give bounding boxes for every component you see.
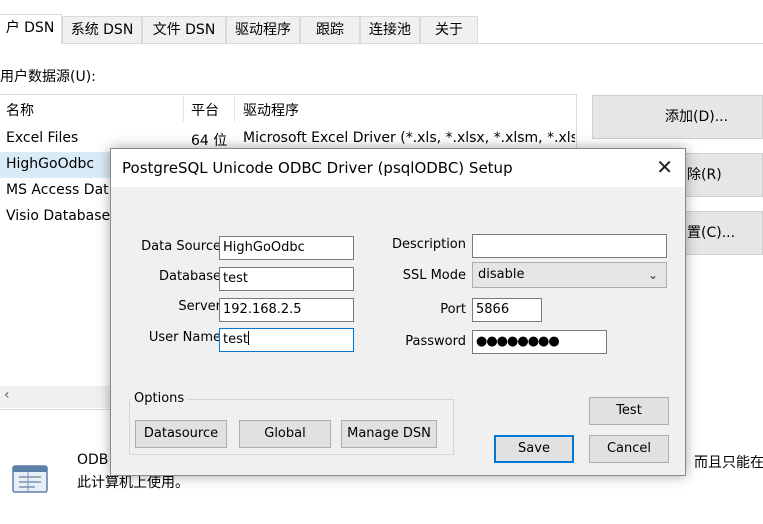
list-item[interactable]: Excel Files — [6, 130, 78, 146]
column-header-name[interactable]: 名称 — [6, 100, 34, 120]
odbc-info-icon — [12, 465, 48, 493]
tab-label: 驱动程序 — [235, 22, 291, 38]
tab-system-dsn[interactable]: 系统 DSN — [62, 16, 142, 43]
chevron-down-icon: ⌄ — [647, 268, 658, 282]
list-item[interactable]: HighGoOdbc — [6, 156, 94, 172]
dialog-titlebar[interactable]: PostgreSQL Unicode ODBC Driver (psqlODBC… — [111, 149, 685, 187]
user-name-label: User Name — [148, 330, 221, 345]
tab-label: 跟踪 — [316, 22, 344, 38]
list-item-driver: Microsoft Excel Driver (*.xls, *.xlsx, *… — [243, 130, 575, 146]
port-label: Port — [440, 302, 466, 317]
add-button[interactable]: 添加(D)... — [592, 95, 763, 139]
psqlodbc-setup-dialog: PostgreSQL Unicode ODBC Driver (psqlODBC… — [110, 148, 686, 476]
test-button[interactable]: Test — [589, 397, 669, 425]
tab-user-dsn[interactable]: 户 DSN — [0, 14, 62, 44]
bottom-description-right: ，而且只能在 — [680, 455, 763, 471]
column-separator[interactable] — [234, 96, 235, 122]
list-item[interactable]: MS Access Dat — [6, 182, 109, 198]
tab-label: 户 DSN — [5, 20, 55, 36]
tab-tracing[interactable]: 跟踪 — [300, 16, 360, 43]
user-name-field[interactable]: test — [219, 328, 354, 352]
description-label: Description — [391, 237, 466, 252]
save-button[interactable]: Save — [494, 435, 574, 463]
data-source-label: Data Source — [141, 239, 221, 254]
user-name-value: test — [223, 332, 248, 347]
password-field[interactable]: ●●●●●●●● — [472, 330, 607, 354]
column-separator[interactable] — [183, 96, 184, 122]
scroll-left-arrow-icon[interactable]: ‹ — [4, 387, 10, 403]
tab-connection-pooling[interactable]: 连接池 — [360, 16, 420, 43]
tab-label: 连接池 — [369, 22, 411, 38]
server-label: Server — [178, 299, 221, 314]
ssl-mode-value: disable — [478, 267, 525, 282]
database-label: Database — [158, 269, 221, 284]
button-label: 添加(D)... — [665, 109, 729, 125]
tab-label: 文件 DSN — [152, 22, 216, 38]
button-label: 除(R) — [687, 167, 722, 183]
close-icon[interactable]: ✕ — [656, 155, 673, 179]
password-label: Password — [405, 334, 466, 349]
list-item-platform: 64 位 — [191, 133, 228, 149]
description-field[interactable] — [472, 234, 667, 258]
tab-about[interactable]: 关于 — [420, 16, 478, 43]
user-data-sources-label: 用户数据源(U): — [0, 69, 96, 85]
column-header-platform[interactable]: 平台 — [191, 100, 219, 120]
ssl-mode-label: SSL Mode — [402, 268, 466, 283]
button-label: 置(C)... — [687, 225, 736, 241]
manage-dsn-button[interactable]: Manage DSN — [341, 420, 437, 448]
tab-file-dsn[interactable]: 文件 DSN — [142, 16, 226, 43]
tab-drivers[interactable]: 驱动程序 — [226, 16, 300, 43]
database-field[interactable]: test — [219, 267, 354, 291]
dialog-title: PostgreSQL Unicode ODBC Driver (psqlODBC… — [122, 159, 513, 177]
tab-label: 关于 — [435, 22, 463, 38]
ssl-mode-select[interactable]: disable ⌄ — [472, 262, 667, 288]
text-caret — [247, 331, 249, 345]
options-label: Options — [131, 391, 188, 406]
bottom-description-left: ODB — [77, 452, 109, 468]
horizontal-scrollbar[interactable]: ‹ — [0, 386, 110, 408]
datasource-button[interactable]: Datasource — [135, 420, 227, 448]
list-item[interactable]: Visio Database — [6, 208, 110, 224]
cancel-button[interactable]: Cancel — [589, 435, 669, 463]
tab-label: 系统 DSN — [70, 22, 134, 38]
global-button[interactable]: Global — [239, 420, 331, 448]
data-source-field[interactable]: HighGoOdbc — [219, 236, 354, 260]
port-field[interactable]: 5866 — [472, 298, 542, 322]
server-field[interactable]: 192.168.2.5 — [219, 298, 354, 322]
column-header-driver[interactable]: 驱动程序 — [243, 100, 299, 120]
